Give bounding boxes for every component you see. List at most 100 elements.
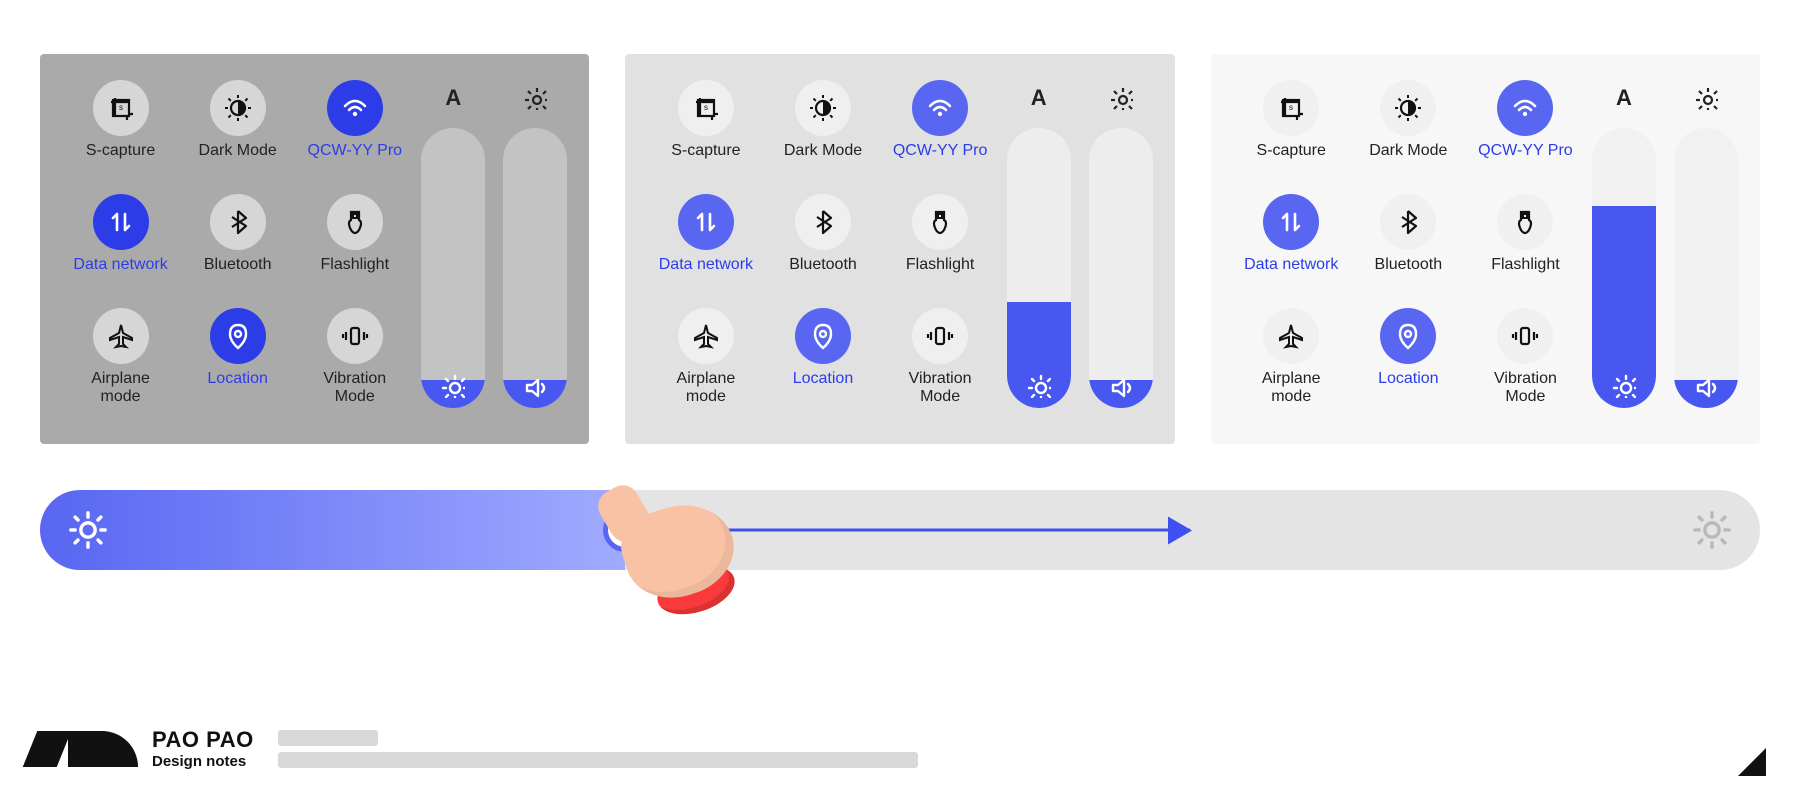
tile-bluetooth[interactable]: Bluetooth — [179, 194, 296, 304]
tile-label: Data network — [1244, 256, 1338, 274]
vibration-icon — [327, 308, 383, 364]
tile-flashlight[interactable]: Flashlight — [296, 194, 413, 304]
brand-title: PAO PAO — [152, 727, 254, 753]
tile-wifi[interactable]: QCW-YY Pro — [882, 80, 999, 190]
brightness-slider[interactable] — [421, 128, 485, 408]
sliders: A — [1007, 80, 1153, 418]
tile-label: Location — [207, 370, 268, 388]
tiles-grid: S-capture Dark Mode QCW-YY Pro Data netw… — [1233, 80, 1584, 418]
tile-dark-mode[interactable]: Dark Mode — [1350, 80, 1467, 190]
location-icon — [210, 308, 266, 364]
tile-label: Vibration Mode — [909, 370, 972, 405]
tile-label: Flashlight — [321, 256, 389, 274]
tile-label: Location — [1378, 370, 1439, 388]
tile-data-network[interactable]: Data network — [1233, 194, 1350, 304]
settings-icon[interactable] — [1674, 80, 1738, 116]
tile-label: Airplane mode — [677, 370, 736, 405]
tile-airplane[interactable]: Airplane mode — [62, 308, 179, 418]
tile-label: Dark Mode — [199, 142, 277, 160]
control-panel-light: S-capture Dark Mode QCW-YY Pro Data netw… — [1211, 54, 1760, 444]
control-panel-mid: S-capture Dark Mode QCW-YY Pro Data netw… — [625, 54, 1174, 444]
tile-label: S-capture — [1257, 142, 1326, 160]
wifi-icon — [912, 80, 968, 136]
tile-vibration[interactable]: Vibration Mode — [1467, 308, 1584, 418]
sun-icon — [68, 510, 108, 550]
tile-location[interactable]: Location — [1350, 308, 1467, 418]
panels-row: S-capture Dark Mode QCW-YY Pro Data netw… — [0, 0, 1800, 444]
tile-airplane[interactable]: Airplane mode — [1233, 308, 1350, 418]
sun-icon — [1692, 510, 1732, 550]
bluetooth-icon — [1380, 194, 1436, 250]
tile-label: Dark Mode — [784, 142, 862, 160]
tile-label: Location — [793, 370, 854, 388]
airplane-icon — [1263, 308, 1319, 364]
tile-label: Vibration Mode — [1494, 370, 1557, 405]
sun-icon — [441, 374, 465, 398]
airplane-icon — [678, 308, 734, 364]
tile-wifi[interactable]: QCW-YY Pro — [296, 80, 413, 190]
tile-dark-mode[interactable]: Dark Mode — [179, 80, 296, 190]
volume-slider[interactable] — [503, 128, 567, 408]
dark-mode-icon — [1380, 80, 1436, 136]
auto-brightness-icon[interactable]: A — [1007, 80, 1071, 116]
brand-logo-icon — [30, 731, 138, 767]
tile-vibration[interactable]: Vibration Mode — [882, 308, 999, 418]
tile-wifi[interactable]: QCW-YY Pro — [1467, 80, 1584, 190]
control-panel-dark: S-capture Dark Mode QCW-YY Pro Data netw… — [40, 54, 589, 444]
tile-flashlight[interactable]: Flashlight — [1467, 194, 1584, 304]
tiles-grid: S-capture Dark Mode QCW-YY Pro Data netw… — [647, 80, 998, 418]
volume-slider[interactable] — [1674, 128, 1738, 408]
tile-label: QCW-YY Pro — [893, 142, 988, 160]
dark-mode-icon — [795, 80, 851, 136]
tile-vibration[interactable]: Vibration Mode — [296, 308, 413, 418]
tile-location[interactable]: Location — [179, 308, 296, 418]
pointing-hand-icon — [604, 482, 764, 642]
auto-brightness-icon[interactable]: A — [421, 80, 485, 116]
tile-label: Flashlight — [1491, 256, 1559, 274]
location-icon — [795, 308, 851, 364]
vibration-icon — [912, 308, 968, 364]
tile-label: QCW-YY Pro — [308, 142, 403, 160]
brand-subtitle: Design notes — [152, 753, 254, 770]
tile-s-capture[interactable]: S-capture — [647, 80, 764, 190]
dark-mode-icon — [210, 80, 266, 136]
tile-airplane[interactable]: Airplane mode — [647, 308, 764, 418]
brightness-slider[interactable] — [1592, 128, 1656, 408]
flashlight-icon — [912, 194, 968, 250]
volume-icon — [523, 374, 547, 398]
brightness-mega-slider[interactable] — [40, 490, 1760, 570]
tile-label: Bluetooth — [204, 256, 272, 274]
tile-label: Bluetooth — [1375, 256, 1443, 274]
tile-label: Vibration Mode — [323, 370, 386, 405]
tile-label: Airplane mode — [1262, 370, 1321, 405]
settings-icon[interactable] — [1089, 80, 1153, 116]
tile-bluetooth[interactable]: Bluetooth — [764, 194, 881, 304]
tile-location[interactable]: Location — [764, 308, 881, 418]
tile-data-network[interactable]: Data network — [62, 194, 179, 304]
tile-label: Airplane mode — [91, 370, 150, 405]
tile-bluetooth[interactable]: Bluetooth — [1350, 194, 1467, 304]
settings-icon[interactable] — [503, 80, 567, 116]
auto-brightness-icon[interactable]: A — [1592, 80, 1656, 116]
resize-handle-icon — [1738, 748, 1766, 776]
tile-label: Flashlight — [906, 256, 974, 274]
tile-data-network[interactable]: Data network — [647, 194, 764, 304]
flashlight-icon — [1497, 194, 1553, 250]
bluetooth-icon — [210, 194, 266, 250]
tile-flashlight[interactable]: Flashlight — [882, 194, 999, 304]
sun-icon — [1612, 374, 1636, 398]
volume-icon — [1109, 374, 1133, 398]
airplane-icon — [93, 308, 149, 364]
tile-label: S-capture — [86, 142, 155, 160]
tile-s-capture[interactable]: S-capture — [1233, 80, 1350, 190]
brightness-slider[interactable] — [1007, 128, 1071, 408]
tile-dark-mode[interactable]: Dark Mode — [764, 80, 881, 190]
bluetooth-icon — [795, 194, 851, 250]
tile-label: S-capture — [671, 142, 740, 160]
crop-icon — [678, 80, 734, 136]
vibration-icon — [1497, 308, 1553, 364]
flashlight-icon — [327, 194, 383, 250]
volume-slider[interactable] — [1089, 128, 1153, 408]
tile-s-capture[interactable]: S-capture — [62, 80, 179, 190]
tile-label: QCW-YY Pro — [1478, 142, 1573, 160]
